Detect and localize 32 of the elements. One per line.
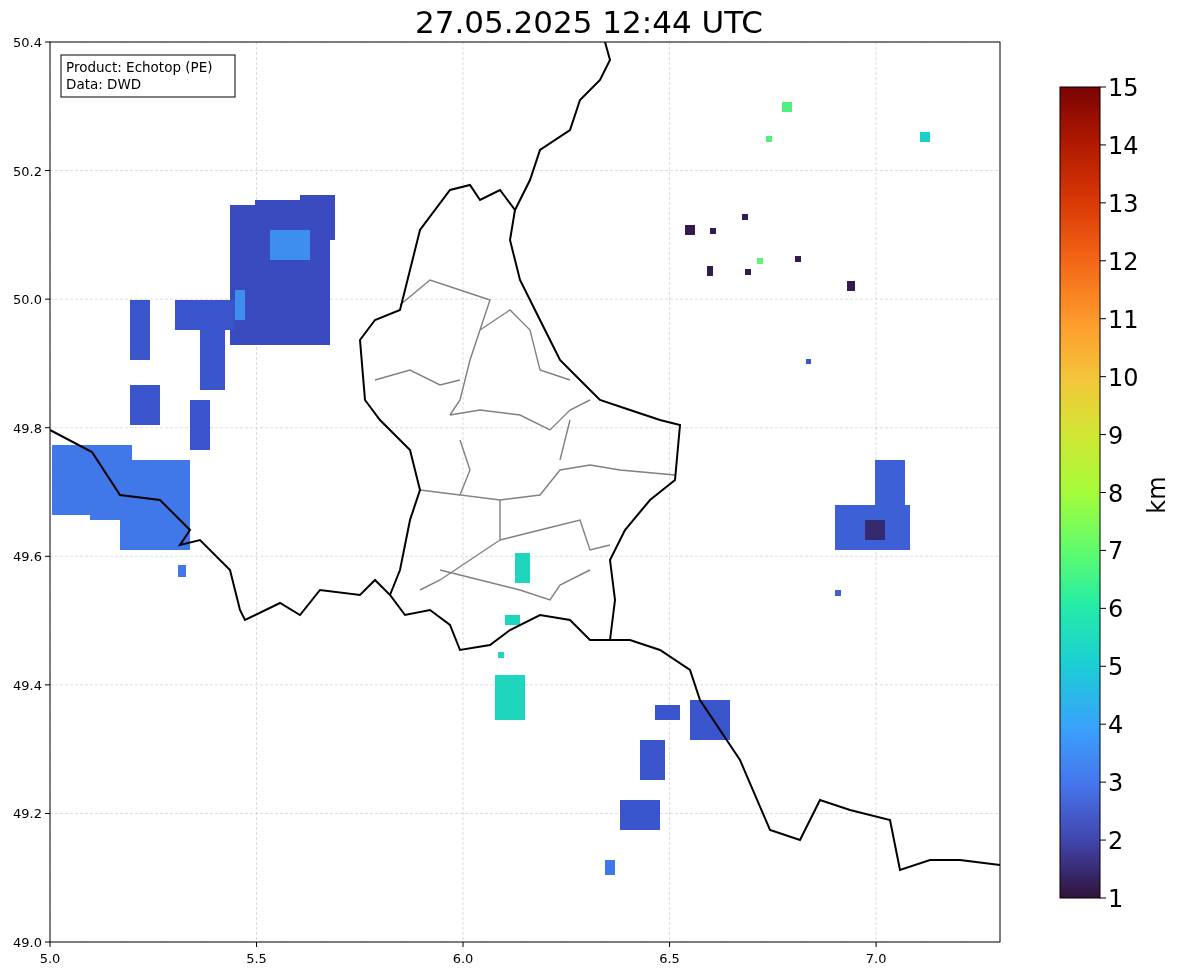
colorbar-tick-label: 8 — [1108, 479, 1124, 508]
chart-title: 27.05.2025 12:44 UTC — [414, 3, 764, 42]
y-tick-label: 50.4 — [13, 35, 42, 50]
colorbar-tick-label: 6 — [1108, 595, 1124, 624]
colorbar-tick-label: 9 — [1108, 421, 1124, 450]
y-tick-label: 50.2 — [13, 163, 42, 179]
colorbar-tick-label: 10 — [1108, 363, 1139, 392]
colorbar-tick-label: 4 — [1108, 711, 1124, 740]
colorbar-tick-label: 11 — [1108, 305, 1139, 334]
y-tick-label: 49.8 — [13, 420, 42, 436]
colorbar-tick-label: 14 — [1108, 131, 1139, 160]
x-tick-label: 5.0 — [39, 951, 61, 966]
colorbar-tick-label: 15 — [1108, 74, 1139, 102]
colorbar-tick-label: 13 — [1108, 189, 1139, 218]
colorbar-tick-label: 3 — [1108, 769, 1124, 798]
y-tick-label: 49.6 — [13, 549, 42, 565]
x-tick-label: 5.5 — [246, 951, 267, 966]
colorbar-tick-label: 7 — [1108, 537, 1124, 566]
y-tick-label: 49.2 — [13, 806, 42, 822]
colorbar-tick-label: 5 — [1108, 653, 1124, 682]
colorbar-tick-label: 12 — [1108, 247, 1139, 276]
colorbar-tick-label: 2 — [1108, 827, 1124, 856]
colorbar-tick-label: 1 — [1108, 885, 1124, 913]
y-tick-label: 49.0 — [13, 935, 42, 950]
info-text: Product: Echotop (PE) — [66, 59, 213, 75]
info-text: Data: DWD — [66, 76, 142, 92]
x-tick-label: 7.0 — [865, 951, 887, 966]
y-tick-label: 49.4 — [13, 677, 42, 693]
y-tick-label: 50.0 — [13, 292, 42, 308]
x-tick-label: 6.5 — [659, 951, 680, 966]
x-tick-label: 6.0 — [452, 951, 474, 966]
colorbar-label: km — [1143, 476, 1171, 514]
